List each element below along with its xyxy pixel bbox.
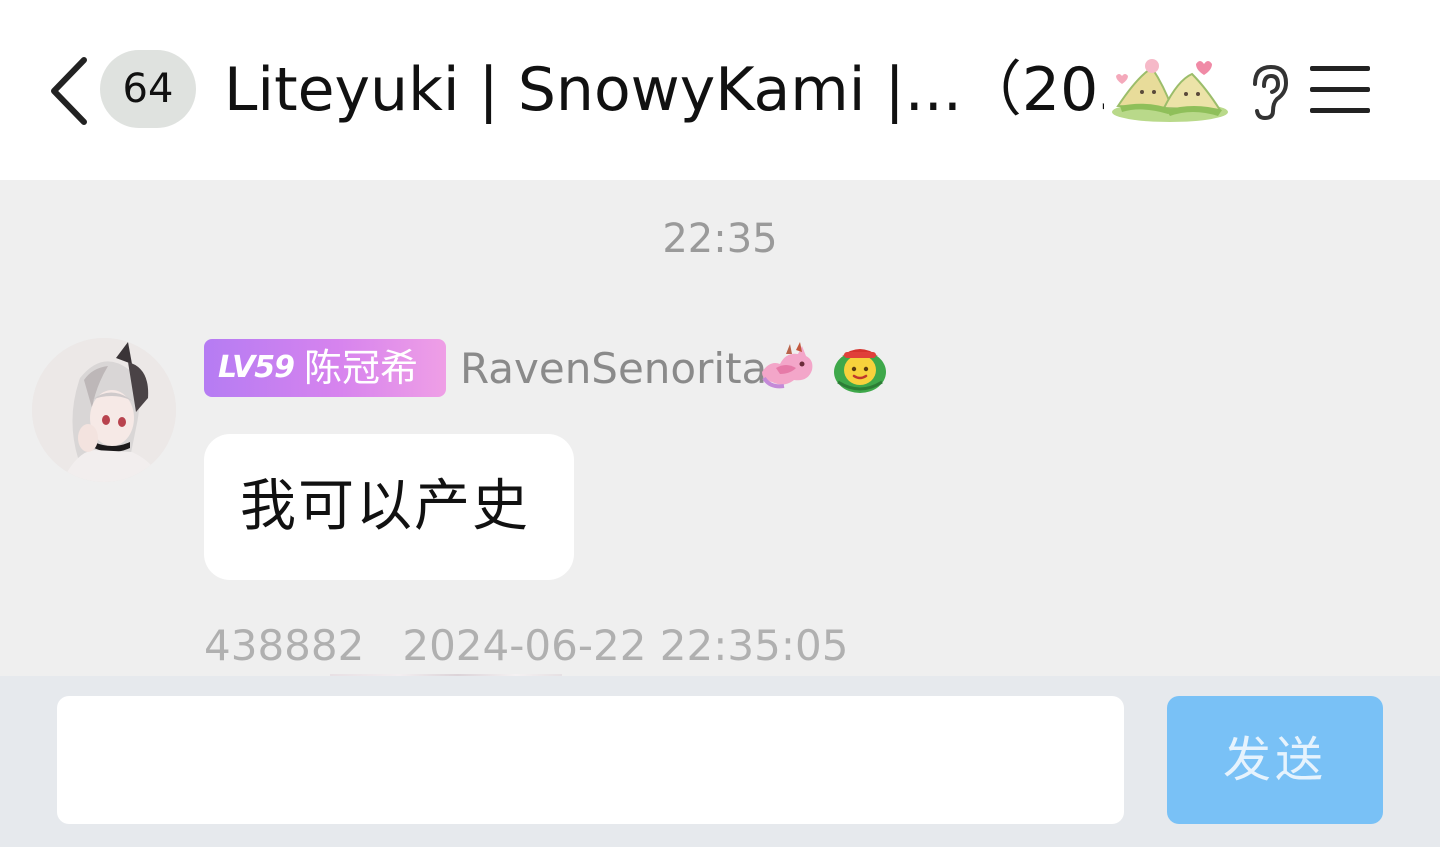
avatar-image [32, 338, 176, 482]
composer-bar: 发送 [0, 676, 1440, 847]
message-list[interactable]: 22:35 LV59 陈冠希 RavenSenorita 我可以产史 43888… [0, 180, 1440, 676]
sender-name[interactable]: RavenSenorita [460, 340, 767, 398]
dragon-badge-icon [762, 342, 813, 389]
level-label: LV59 [218, 350, 295, 385]
unread-count-badge[interactable]: 64 [100, 50, 196, 128]
send-button[interactable]: 发送 [1167, 696, 1383, 824]
member-title: 陈冠希 [304, 346, 419, 390]
sender-avatar[interactable] [32, 338, 176, 482]
zongzi-badge-icon [834, 349, 886, 393]
message-bubble[interactable]: 我可以产史 [204, 434, 574, 580]
chat-header: 64 Liteyuki | SnowyKami |...（203） [0, 0, 1440, 180]
chat-title[interactable]: Liteyuki | SnowyKami |...（203） [224, 52, 1104, 128]
message-timestamp: 2024-06-22 22:35:05 [402, 621, 849, 670]
message-input[interactable] [57, 696, 1124, 824]
back-chevron-icon[interactable] [44, 54, 94, 128]
time-separator: 22:35 [662, 216, 778, 262]
message-meta: 438882 2024-06-22 22:35:05 [204, 620, 848, 672]
level-badge: LV59 陈冠希 [204, 339, 446, 397]
sender-user-id: 438882 [204, 621, 365, 670]
message-text: 我可以产史 [240, 474, 530, 539]
ear-icon[interactable] [1246, 62, 1292, 122]
zongzi-sticker-icon [1112, 59, 1228, 122]
menu-icon[interactable] [1308, 62, 1372, 118]
